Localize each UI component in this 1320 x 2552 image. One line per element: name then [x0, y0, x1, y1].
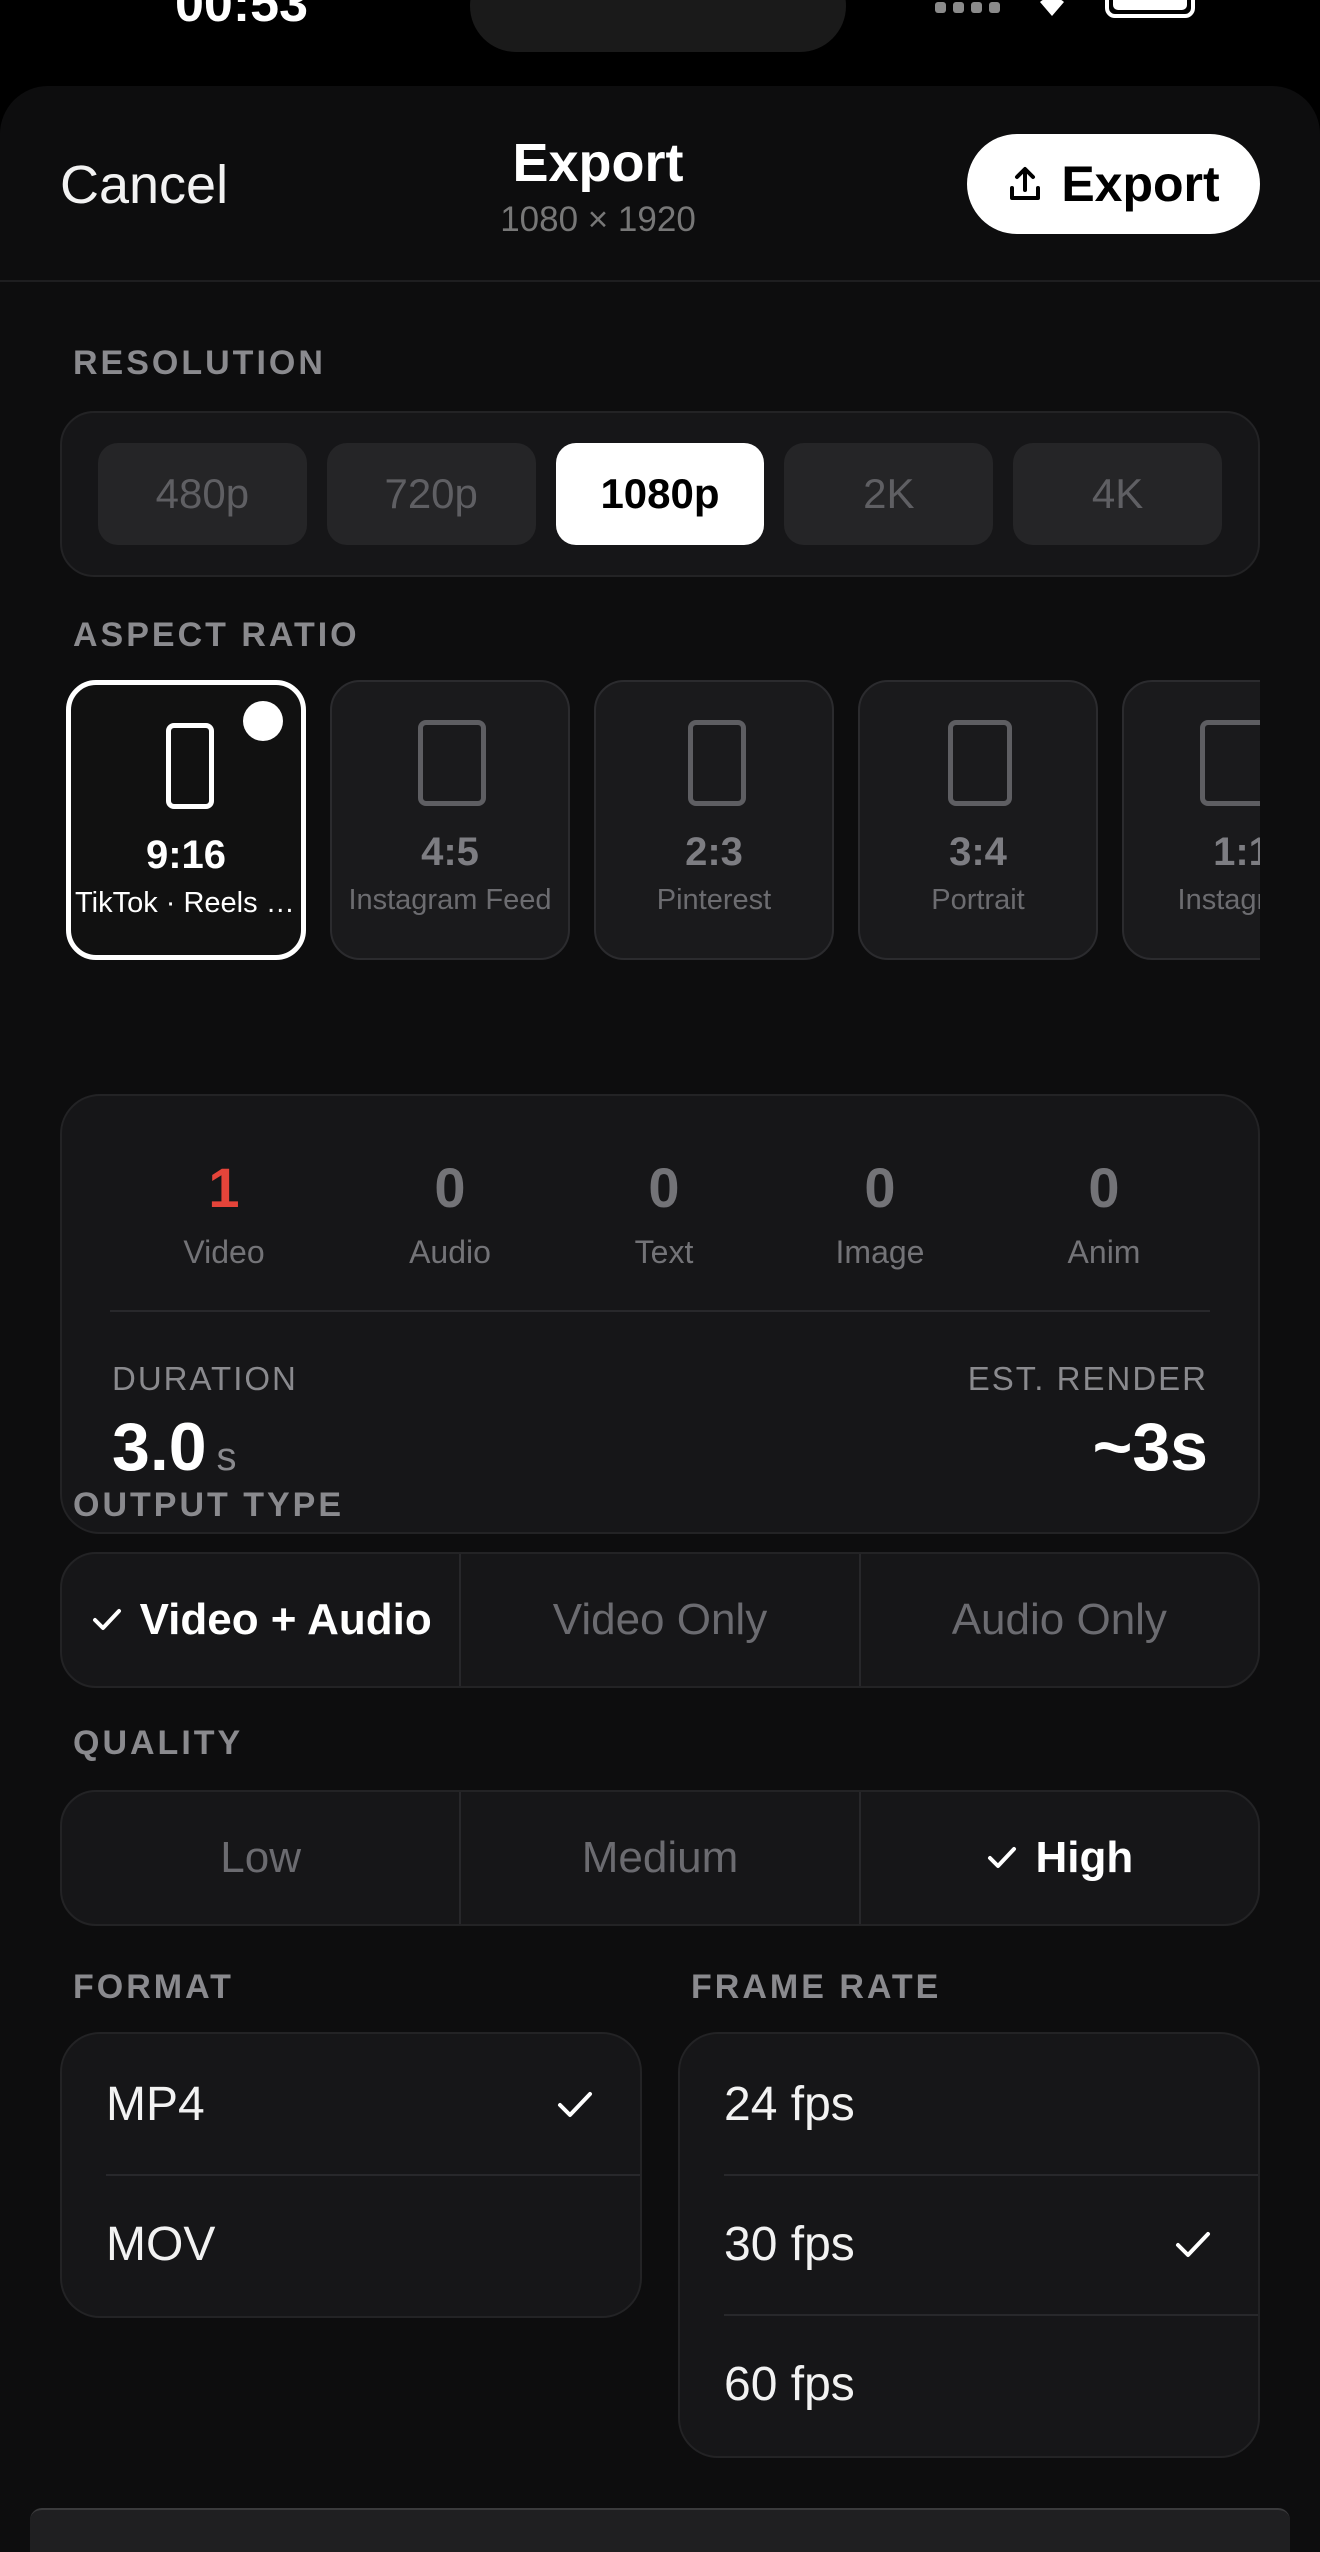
aspect-card-2-3[interactable]: 2:3 Pinterest — [594, 680, 834, 960]
stat-image: 0 Image — [780, 1148, 980, 1271]
frame-rate-option-60[interactable]: 60 fps — [680, 2314, 1258, 2454]
aspect-card-3-4[interactable]: 3:4 Portrait — [858, 680, 1098, 960]
output-option-video-audio[interactable]: Video + Audio — [62, 1554, 459, 1686]
stat-video-count: 1 — [208, 1156, 240, 1219]
cellular-signal-icon — [935, 2, 1000, 13]
resolution-option-720p[interactable]: 720p — [326, 443, 536, 545]
format-option-mov[interactable]: MOV — [62, 2174, 640, 2314]
portrait-frame-icon — [688, 720, 746, 806]
format-option-mp4[interactable]: MP4 — [62, 2034, 640, 2174]
duration-unit: s — [216, 1435, 237, 1479]
bottom-panel — [30, 2508, 1290, 2552]
stat-anim-label: Anim — [1067, 1234, 1141, 1270]
aspect-ratio-value: 2:3 — [685, 830, 743, 874]
aspect-ratio-value: 1:1 — [1213, 830, 1260, 874]
est-render-value: ~3s — [1092, 1409, 1208, 1485]
output-type-selector: Video + Audio Video Only Audio Only — [60, 1552, 1260, 1688]
stat-audio-label: Audio — [409, 1234, 491, 1270]
stat-image-count: 0 — [864, 1156, 896, 1219]
resolution-selector: 480p 720p 1080p 2K 4K — [60, 411, 1260, 577]
quality-option-medium[interactable]: Medium — [459, 1792, 858, 1924]
aspect-card-1-1[interactable]: 1:1 Instagram — [1122, 680, 1260, 960]
dynamic-island — [470, 0, 846, 52]
stat-text-count: 0 — [648, 1156, 680, 1219]
aspect-ratio-desc: Instagram Feed — [348, 884, 552, 916]
stat-video-label: Video — [183, 1234, 265, 1270]
frame-rate-option-24[interactable]: 24 fps — [680, 2034, 1258, 2174]
aspect-ratio-value: 9:16 — [145, 833, 227, 877]
square-frame-icon — [1200, 720, 1260, 806]
stat-anim: 0 Anim — [1004, 1148, 1204, 1271]
output-option-audio-only[interactable]: Audio Only — [858, 1554, 1258, 1686]
resolution-label: RESOLUTION — [73, 344, 326, 382]
share-icon — [1010, 167, 1041, 200]
portrait-frame-icon — [166, 723, 214, 809]
stat-audio-count: 0 — [434, 1156, 466, 1219]
duration-label: DURATION — [112, 1360, 298, 1397]
selected-indicator-icon — [243, 701, 283, 741]
status-bar: 00:53 — [0, 0, 1320, 80]
quality-option-low[interactable]: Low — [62, 1792, 459, 1924]
stat-text-label: Text — [634, 1234, 694, 1270]
aspect-card-4-5[interactable]: 4:5 Instagram Feed — [330, 680, 570, 960]
checkmark-icon — [92, 1609, 121, 1630]
output-type-label: OUTPUT TYPE — [73, 1486, 345, 1524]
checkmark-icon — [988, 1847, 1017, 1868]
export-sheet: Cancel Export 1080 × 1920 Export RESOLUT… — [0, 86, 1320, 2552]
sheet-header: Cancel Export 1080 × 1920 Export — [0, 86, 1320, 282]
quality-selector: Low Medium High — [60, 1790, 1260, 1926]
checkmark-icon — [1176, 2232, 1210, 2257]
resolution-option-1080p[interactable]: 1080p — [555, 443, 765, 545]
export-button-label: Export — [1061, 156, 1220, 212]
stat-text: 0 Text — [564, 1148, 764, 1271]
aspect-ratio-desc: Instagram — [1177, 884, 1260, 916]
export-button[interactable]: Export — [967, 134, 1260, 234]
frame-rate-list: 24 fps 30 fps 60 fps — [678, 2032, 1260, 2458]
frame-rate-label: FRAME RATE — [691, 1968, 942, 2006]
stat-image-label: Image — [835, 1234, 925, 1270]
portrait-frame-icon — [418, 720, 486, 806]
stat-video: 1 Video — [124, 1148, 324, 1271]
status-time: 00:53 — [175, 0, 308, 33]
duration-value: 3.0 s — [112, 1409, 237, 1485]
resolution-option-4k[interactable]: 4K — [1013, 443, 1222, 545]
portrait-frame-icon — [948, 720, 1012, 806]
checkmark-icon — [558, 2092, 592, 2117]
aspect-ratio-carousel: 9:16 TikTok · Reels · Shorts 4:5 Instagr… — [60, 680, 1260, 976]
stat-audio: 0 Audio — [350, 1148, 550, 1271]
resolution-option-2k[interactable]: 2K — [784, 443, 994, 545]
est-render-label: EST. RENDER — [967, 1360, 1208, 1397]
quality-option-high[interactable]: High — [858, 1792, 1258, 1924]
wifi-icon — [1040, 0, 1064, 16]
frame-rate-option-30[interactable]: 30 fps — [680, 2174, 1258, 2314]
output-option-video-only[interactable]: Video Only — [459, 1554, 858, 1686]
aspect-ratio-value: 4:5 — [421, 830, 479, 874]
format-list: MP4 MOV — [60, 2032, 642, 2318]
battery-icon — [1105, 0, 1195, 18]
resolution-option-480p[interactable]: 480p — [98, 443, 307, 545]
aspect-ratio-value: 3:4 — [949, 830, 1007, 874]
quality-label: QUALITY — [73, 1724, 244, 1762]
stats-divider — [110, 1310, 1210, 1312]
project-stats-card: 1 Video 0 Audio 0 Text 0 Image 0 Anim DU… — [60, 1094, 1260, 1534]
format-label: FORMAT — [73, 1968, 234, 2006]
aspect-ratio-desc: Portrait — [931, 884, 1025, 916]
stat-anim-count: 0 — [1088, 1156, 1120, 1219]
aspect-ratio-desc: Pinterest — [656, 884, 772, 916]
aspect-ratio-desc: TikTok · Reels · Shorts — [75, 887, 301, 919]
aspect-card-9-16[interactable]: 9:16 TikTok · Reels · Shorts — [66, 680, 306, 960]
aspect-ratio-label: ASPECT RATIO — [73, 616, 360, 654]
